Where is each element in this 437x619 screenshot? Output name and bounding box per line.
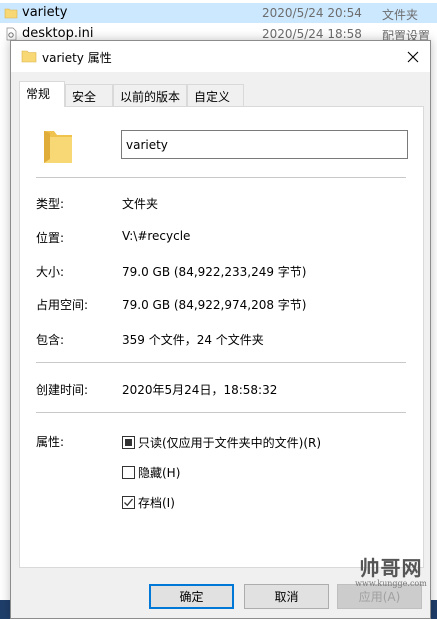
- checkmark-icon: [124, 498, 134, 507]
- explorer-row-variety[interactable]: variety 2020/5/24 20:54 文件夹: [0, 3, 437, 23]
- checked-checkbox-box[interactable]: [122, 496, 135, 509]
- cancel-button[interactable]: 取消: [244, 584, 329, 609]
- separator: [36, 177, 406, 178]
- indeterminate-checkbox-box[interactable]: [122, 436, 135, 449]
- hidden-checkbox-label: 隐藏(H): [138, 466, 181, 480]
- contains-label: 包含:: [36, 333, 65, 347]
- folder-icon: [4, 8, 18, 19]
- settings-file-icon: [6, 27, 17, 41]
- tab-security[interactable]: 安全: [65, 84, 113, 106]
- separator: [36, 362, 406, 363]
- unchecked-checkbox-box[interactable]: [122, 466, 135, 479]
- explorer-row-name: desktop.ini: [22, 26, 94, 41]
- hidden-checkbox[interactable]: 隐藏(H): [122, 464, 180, 481]
- general-tab-panel: 类型: 文件夹 位置: V:\#recycle 大小: 79.0 GB (84,…: [19, 106, 424, 568]
- close-button[interactable]: [396, 41, 430, 72]
- watermark-sub: www.kungge.com: [355, 579, 427, 588]
- site-watermark: 帅哥网 www.kungge.com: [355, 557, 427, 593]
- tab-previous-versions[interactable]: 以前的版本: [113, 84, 187, 106]
- explorer-row-name: variety: [22, 5, 68, 20]
- contains-value: 359 个文件，24 个文件夹: [122, 333, 264, 347]
- type-label: 类型:: [36, 197, 65, 211]
- properties-dialog: variety 属性 常规 安全 以前的版本 自定义 类型: 文件夹 位置: V…: [10, 40, 431, 619]
- readonly-checkbox[interactable]: 只读(仅应用于文件夹中的文件)(R): [122, 434, 321, 451]
- location-value: V:\#recycle: [122, 229, 191, 243]
- location-label: 位置:: [36, 231, 65, 245]
- close-icon: [407, 51, 419, 62]
- explorer-row-date: 2020/5/24 18:58: [262, 27, 362, 41]
- tab-general[interactable]: 常规: [19, 81, 65, 107]
- tab-customize[interactable]: 自定义: [187, 84, 244, 106]
- explorer-row-date: 2020/5/24 20:54: [262, 6, 362, 20]
- created-value: 2020年5月24日，18:58:32: [122, 383, 278, 397]
- size-value: 79.0 GB (84,922,233,249 字节): [122, 265, 307, 279]
- archive-checkbox[interactable]: 存档(I): [122, 494, 175, 511]
- large-folder-icon: [44, 131, 72, 163]
- explorer-row-type: 文件夹: [382, 8, 419, 22]
- watermark-main: 帅哥网: [359, 556, 423, 580]
- size-on-disk-label: 占用空间:: [36, 298, 89, 312]
- type-value: 文件夹: [122, 197, 159, 211]
- folder-name-input[interactable]: [121, 130, 408, 159]
- ok-button[interactable]: 确定: [149, 584, 234, 609]
- readonly-checkbox-label: 只读(仅应用于文件夹中的文件)(R): [138, 436, 322, 450]
- dialog-titlebar[interactable]: variety 属性: [11, 41, 430, 72]
- dialog-title: variety 属性: [42, 51, 112, 65]
- attributes-label: 属性:: [36, 435, 65, 449]
- size-on-disk-value: 79.0 GB (84,922,974,208 字节): [122, 298, 307, 312]
- archive-checkbox-label: 存档(I): [138, 496, 175, 510]
- separator: [36, 412, 406, 413]
- folder-icon: [21, 50, 37, 63]
- created-label: 创建时间:: [36, 383, 89, 397]
- size-label: 大小:: [36, 265, 65, 279]
